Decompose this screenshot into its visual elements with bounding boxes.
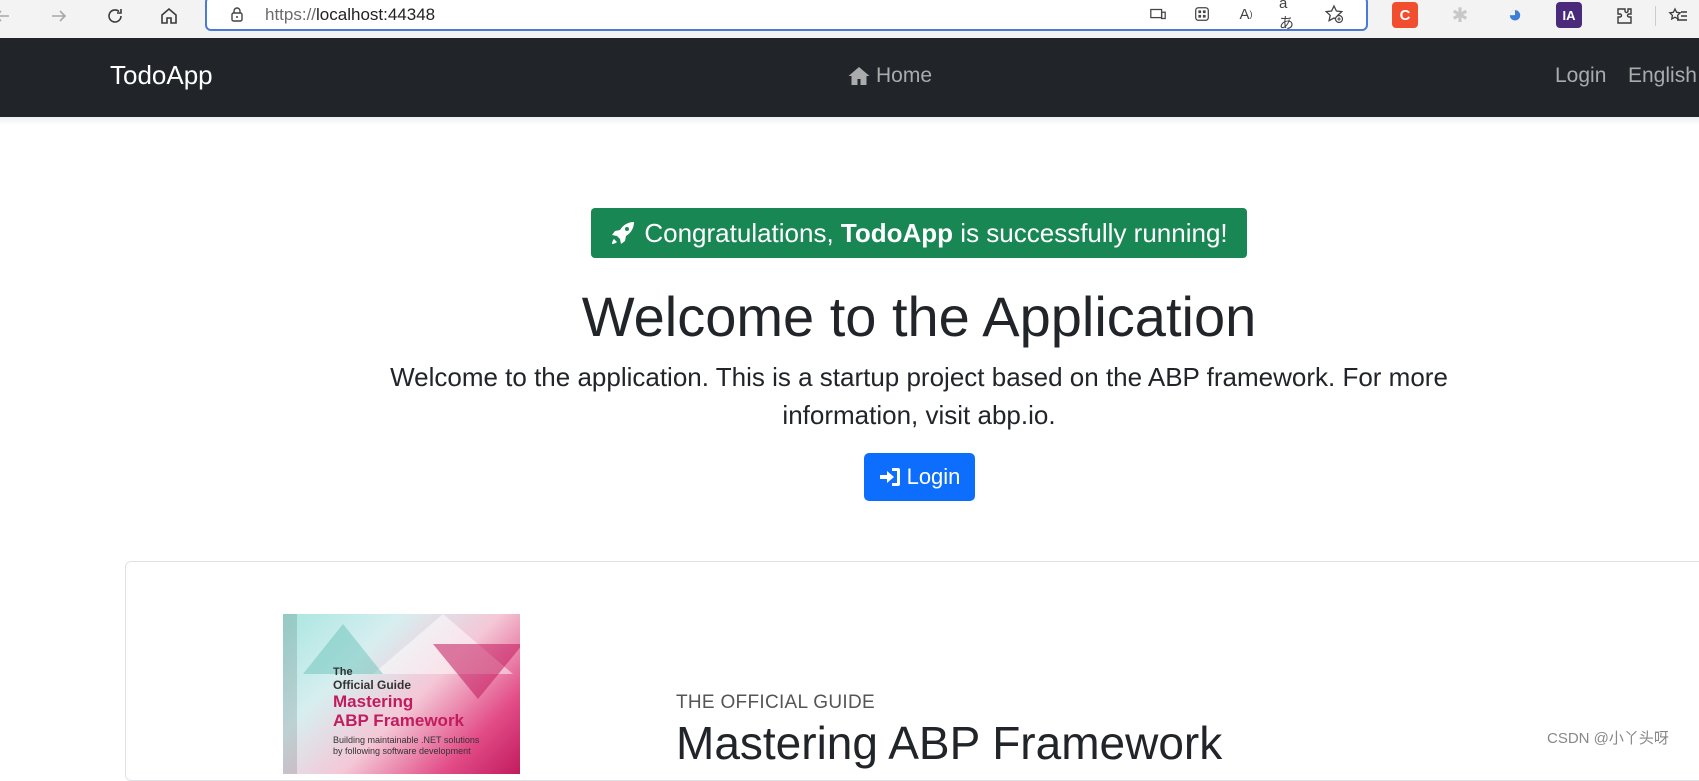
- address-bar[interactable]: https://localhost:44348 A) aあ: [205, 0, 1368, 32]
- welcome-lead: Welcome to the application. This is a st…: [390, 362, 1448, 430]
- extensions-icon[interactable]: [1610, 2, 1638, 30]
- brand-link[interactable]: TodoApp: [110, 60, 213, 91]
- nav-home-label: Home: [876, 64, 933, 87]
- rocket-icon: [612, 222, 635, 244]
- book-cover-image[interactable]: The Official Guide Mastering ABP Framewo…: [283, 614, 520, 774]
- home-icon[interactable]: [155, 2, 183, 30]
- language-dropdown[interactable]: English: [1628, 64, 1697, 88]
- csdn-watermark: CSDN @小丫头呀: [1547, 730, 1669, 747]
- alert-text: Congratulations, TodoApp is successfully…: [644, 217, 1228, 248]
- book-cover-title: ABP Framework: [333, 711, 465, 730]
- login-button-label: Login: [906, 464, 961, 489]
- forward-icon[interactable]: [45, 2, 73, 30]
- apps-icon[interactable]: [1191, 3, 1213, 25]
- navbar-shadow: [0, 117, 1699, 125]
- book-cover-title: Mastering: [333, 692, 414, 711]
- guide-kicker: THE OFFICIAL GUIDE: [676, 692, 875, 713]
- house-icon: [848, 67, 870, 85]
- book-cover-text: The: [333, 666, 353, 678]
- lock-icon[interactable]: [229, 6, 245, 22]
- success-alert: Congratulations, TodoApp is successfully…: [591, 208, 1247, 258]
- favorite-icon[interactable]: [1323, 3, 1345, 25]
- book-cover-text: Official Guide: [333, 678, 412, 692]
- nav-login-link[interactable]: Login: [1555, 64, 1606, 88]
- toolbar-divider: [1655, 6, 1656, 26]
- site-navbar: TodoApp Home Login English: [0, 38, 1699, 117]
- book-cover-subtitle: Building maintainable .NET solutions by …: [333, 735, 480, 756]
- translate-icon[interactable]: aあ: [1279, 0, 1301, 32]
- device-icon[interactable]: [1147, 3, 1169, 25]
- welcome-heading: Welcome to the Application: [581, 285, 1257, 348]
- login-button[interactable]: Login: [864, 453, 975, 501]
- guide-title: Mastering ABP Framework: [676, 717, 1223, 769]
- read-aloud-icon[interactable]: A): [1235, 3, 1257, 25]
- sign-in-icon: [879, 468, 900, 486]
- grey-extension-icon[interactable]: ✱: [1447, 2, 1473, 28]
- refresh-icon[interactable]: [101, 2, 129, 30]
- browser-toolbar: https://localhost:44348 A) aあ C ✱ ◕ IA: [0, 0, 1699, 38]
- favorites-bar-icon[interactable]: [1664, 2, 1692, 30]
- ia-extension-icon[interactable]: IA: [1556, 2, 1582, 28]
- csdn-extension-icon[interactable]: C: [1392, 2, 1418, 28]
- nav-home-link[interactable]: Home: [848, 64, 932, 88]
- color-extension-icon[interactable]: ◕: [1502, 1, 1528, 28]
- url-text: https://localhost:44348: [265, 5, 436, 24]
- back-icon[interactable]: [0, 2, 16, 30]
